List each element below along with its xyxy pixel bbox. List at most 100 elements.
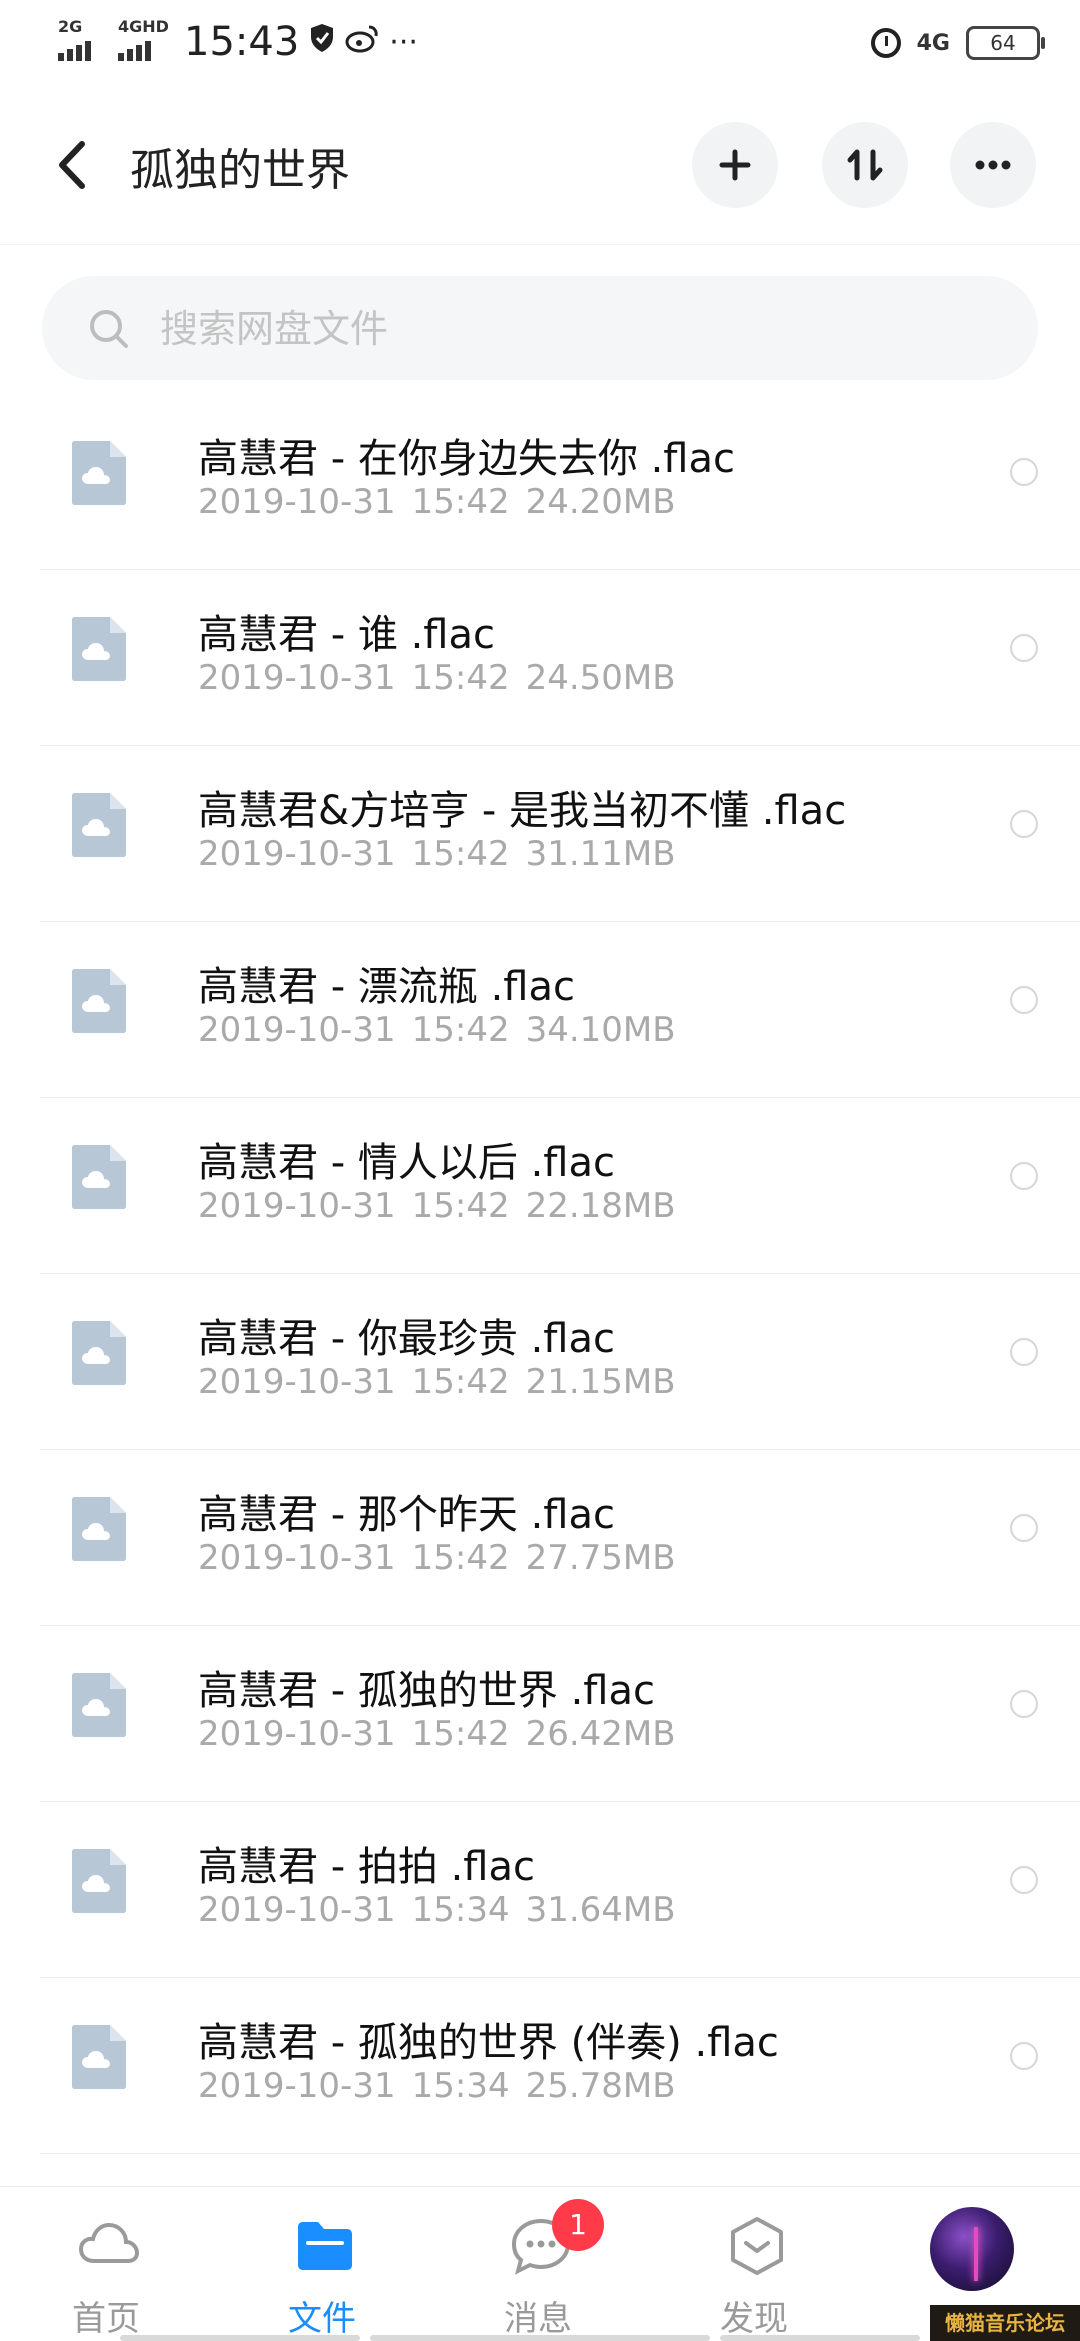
status-time: 15:43	[184, 19, 300, 65]
file-cloud-icon	[72, 969, 126, 1033]
file-size: 31.64MB	[525, 1890, 676, 1930]
add-button[interactable]	[692, 122, 778, 208]
select-checkbox[interactable]	[1010, 1514, 1038, 1542]
status-right: 4G 64	[870, 18, 1045, 68]
plus-icon	[719, 149, 751, 181]
file-date: 2019-10-31	[198, 1538, 396, 1578]
select-checkbox[interactable]	[1010, 810, 1038, 838]
file-date: 2019-10-31	[198, 482, 396, 522]
file-time: 15:42	[411, 482, 510, 522]
file-size: 24.20MB	[525, 482, 676, 522]
select-checkbox[interactable]	[1010, 1866, 1038, 1894]
file-meta: 2019-10-31 15:42 31.11MB	[198, 834, 676, 874]
file-meta: 2019-10-31 15:42 26.42MB	[198, 1714, 676, 1754]
file-time: 15:42	[411, 1714, 510, 1754]
file-row[interactable]: 高慧君&方培亨 - 是我当初不懂 .flac 2019-10-31 15:42 31.…	[0, 746, 1080, 922]
file-row[interactable]: 高慧君 - 拍拍 .flac 2019-10-31 15:34 31.64MB	[0, 1802, 1080, 1978]
sort-button[interactable]	[822, 122, 908, 208]
file-size: 21.15MB	[525, 1362, 676, 1402]
file-date: 2019-10-31	[198, 834, 396, 874]
file-size: 26.42MB	[525, 1714, 676, 1754]
file-name: 高慧君 - 情人以后 .flac	[198, 1140, 615, 1186]
file-date: 2019-10-31	[198, 1890, 396, 1930]
file-name: 高慧君 - 谁 .flac	[198, 612, 495, 658]
nav-item-messages[interactable]: 1 消息	[438, 2187, 638, 2341]
file-row[interactable]: 高慧君 - 孤独的世界 (伴奏) .flac 2019-10-31 15:34 25.…	[0, 1978, 1080, 2154]
file-meta: 2019-10-31 15:34 31.64MB	[198, 1890, 676, 1930]
file-size: 31.11MB	[525, 834, 676, 874]
file-row[interactable]: 高慧君 - 孤独的世界 .flac 2019-10-31 15:42 26.42MB	[0, 1626, 1080, 1802]
file-row[interactable]: 高慧君 - 漂流瓶 .flac 2019-10-31 15:42 34.10MB	[0, 922, 1080, 1098]
network-4g-label: 4G	[916, 30, 950, 56]
file-date: 2019-10-31	[198, 1714, 396, 1754]
signal-4ghd-icon: 4GHD	[118, 19, 169, 65]
file-date: 2019-10-31	[198, 658, 396, 698]
nav-item-home[interactable]: 首页	[6, 2187, 206, 2341]
select-checkbox[interactable]	[1010, 634, 1038, 662]
more-notifications-icon: ···	[389, 24, 418, 60]
file-size: 22.18MB	[525, 1186, 676, 1226]
message-badge: 1	[552, 2199, 604, 2251]
weibo-icon	[345, 23, 379, 61]
select-checkbox[interactable]	[1010, 986, 1038, 1014]
search-input[interactable]	[158, 276, 1002, 382]
file-time: 15:42	[411, 834, 510, 874]
file-time: 15:42	[411, 1186, 510, 1226]
file-time: 15:42	[411, 1362, 510, 1402]
select-checkbox[interactable]	[1010, 1338, 1038, 1366]
file-meta: 2019-10-31 15:34 25.78MB	[198, 2066, 676, 2106]
more-icon	[975, 160, 1011, 170]
file-name: 高慧君 - 你最珍贵 .flac	[198, 1316, 615, 1362]
network-2g-label: 2G	[58, 17, 83, 36]
select-checkbox[interactable]	[1010, 2042, 1038, 2070]
cloud-home-icon	[78, 2222, 140, 2263]
watermark: 懒猫音乐论坛	[930, 2305, 1080, 2341]
file-name: 高慧君 - 在你身边失去你 .flac	[198, 436, 735, 482]
avatar[interactable]	[930, 2207, 1014, 2291]
file-name: 高慧君 - 拍拍 .flac	[198, 1844, 535, 1890]
select-checkbox[interactable]	[1010, 1162, 1038, 1190]
file-meta: 2019-10-31 15:42 27.75MB	[198, 1538, 676, 1578]
more-button[interactable]	[950, 122, 1036, 208]
file-meta: 2019-10-31 15:42 24.20MB	[198, 482, 676, 522]
status-bar: 2G 4GHD 15:43 ··· 4G 64	[0, 0, 1080, 84]
file-cloud-icon	[72, 1145, 126, 1209]
file-cloud-icon	[72, 1497, 126, 1561]
nav-item-discover[interactable]: 发现	[654, 2187, 854, 2341]
file-row[interactable]: 高慧君 - 情人以后 .flac 2019-10-31 15:42 22.18MB	[0, 1098, 1080, 1274]
file-name: 高慧君&方培亨 - 是我当初不懂 .flac	[198, 788, 847, 834]
file-row[interactable]: 高慧君 - 在你身边失去你 .flac 2019-10-31 15:42 24.20M…	[0, 394, 1080, 570]
page-title: 孤独的世界	[130, 145, 350, 196]
folder-icon	[298, 2222, 352, 2270]
file-name: 高慧君 - 孤独的世界 (伴奏) .flac	[198, 2020, 779, 2066]
back-button[interactable]	[44, 130, 104, 200]
file-time: 15:42	[411, 1010, 510, 1050]
nav-item-files[interactable]: 文件	[222, 2187, 422, 2341]
file-time: 15:42	[411, 1538, 510, 1578]
select-checkbox[interactable]	[1010, 1690, 1038, 1718]
file-name: 高慧君 - 那个昨天 .flac	[198, 1492, 615, 1538]
signal-2g-icon: 2G	[58, 19, 108, 65]
status-left: 2G 4GHD 15:43 ···	[58, 12, 418, 72]
battery-level: 64	[966, 26, 1045, 60]
file-time: 15:42	[411, 658, 510, 698]
select-checkbox[interactable]	[1010, 458, 1038, 486]
search-icon	[90, 310, 128, 348]
file-list: 高慧君 - 在你身边失去你 .flac 2019-10-31 15:42 24.20M…	[0, 394, 1080, 2154]
file-cloud-icon	[72, 1673, 126, 1737]
bottom-nav: 首页 文件 1 消息 发现 懒猫音乐论坛	[0, 2186, 1080, 2341]
file-cloud-icon	[72, 617, 126, 681]
shield-icon	[309, 23, 335, 61]
file-meta: 2019-10-31 15:42 22.18MB	[198, 1186, 676, 1226]
file-cloud-icon	[72, 1849, 126, 1913]
search-bar[interactable]	[42, 276, 1038, 382]
file-row[interactable]: 高慧君 - 谁 .flac 2019-10-31 15:42 24.50MB	[0, 570, 1080, 746]
file-cloud-icon	[72, 793, 126, 857]
file-cloud-icon	[72, 2025, 126, 2089]
file-date: 2019-10-31	[198, 1010, 396, 1050]
file-meta: 2019-10-31 15:42 24.50MB	[198, 658, 676, 698]
file-row[interactable]: 高慧君 - 那个昨天 .flac 2019-10-31 15:42 27.75MB	[0, 1450, 1080, 1626]
file-row[interactable]: 高慧君 - 你最珍贵 .flac 2019-10-31 15:42 21.15MB	[0, 1274, 1080, 1450]
file-name: 高慧君 - 漂流瓶 .flac	[198, 964, 575, 1010]
file-size: 25.78MB	[525, 2066, 676, 2106]
